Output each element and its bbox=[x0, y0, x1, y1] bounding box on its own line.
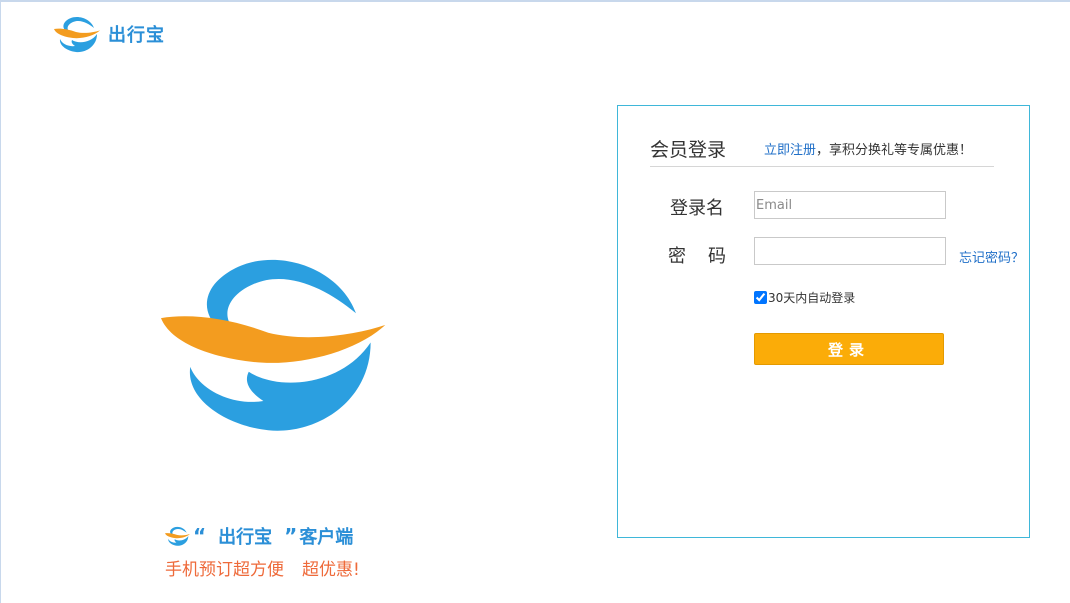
app-promo-banner[interactable]: “ 出行宝 ” 客户端 手机预订超方便 超优惠! bbox=[165, 523, 385, 580]
chuxingbao-logo-icon bbox=[54, 17, 100, 53]
site-brand[interactable]: 出行宝 bbox=[54, 12, 165, 56]
left-border bbox=[0, 0, 1, 603]
promo-tagline-part2: 超优惠! bbox=[302, 560, 360, 580]
hero-logo-icon bbox=[161, 259, 386, 431]
promo-headline: “ 出行宝 ” 客户端 bbox=[165, 523, 385, 549]
promo-quote-close: ” bbox=[284, 524, 298, 548]
remember-me[interactable]: 30天内自动登录 bbox=[754, 289, 855, 306]
login-header: 会员登录 立即注册 ，享积分换礼等专属优惠！ bbox=[650, 130, 994, 167]
register-benefit-text: ，享积分换礼等专属优惠！ bbox=[816, 142, 973, 158]
password-label: 密码 bbox=[668, 246, 748, 267]
promo-logo-icon bbox=[165, 526, 190, 546]
remember-me-checkbox[interactable] bbox=[754, 291, 767, 304]
top-border bbox=[0, 0, 1070, 2]
username-input[interactable] bbox=[754, 191, 946, 219]
brand-name: 出行宝 bbox=[108, 25, 165, 46]
promo-tagline: 手机预订超方便 超优惠! bbox=[165, 555, 385, 580]
login-title: 会员登录 bbox=[650, 138, 727, 161]
forgot-password-link[interactable]: 忘记密码？ bbox=[959, 247, 1024, 266]
promo-quote-open: “ bbox=[193, 524, 207, 548]
username-label: 登录名 bbox=[670, 198, 724, 219]
register-link[interactable]: 立即注册 bbox=[764, 139, 816, 158]
promo-tagline-part1: 手机预订超方便 bbox=[165, 560, 284, 580]
promo-brand: 出行宝 bbox=[218, 527, 273, 548]
login-panel: 会员登录 立即注册 ，享积分换礼等专属优惠！ 登录名 密码 忘记密码？ 30天内… bbox=[617, 105, 1030, 538]
promo-client-label: 客户端 bbox=[299, 527, 354, 548]
remember-me-label: 30天内自动登录 bbox=[768, 291, 856, 305]
password-input[interactable] bbox=[754, 237, 946, 265]
login-button[interactable]: 登录 bbox=[754, 333, 944, 365]
